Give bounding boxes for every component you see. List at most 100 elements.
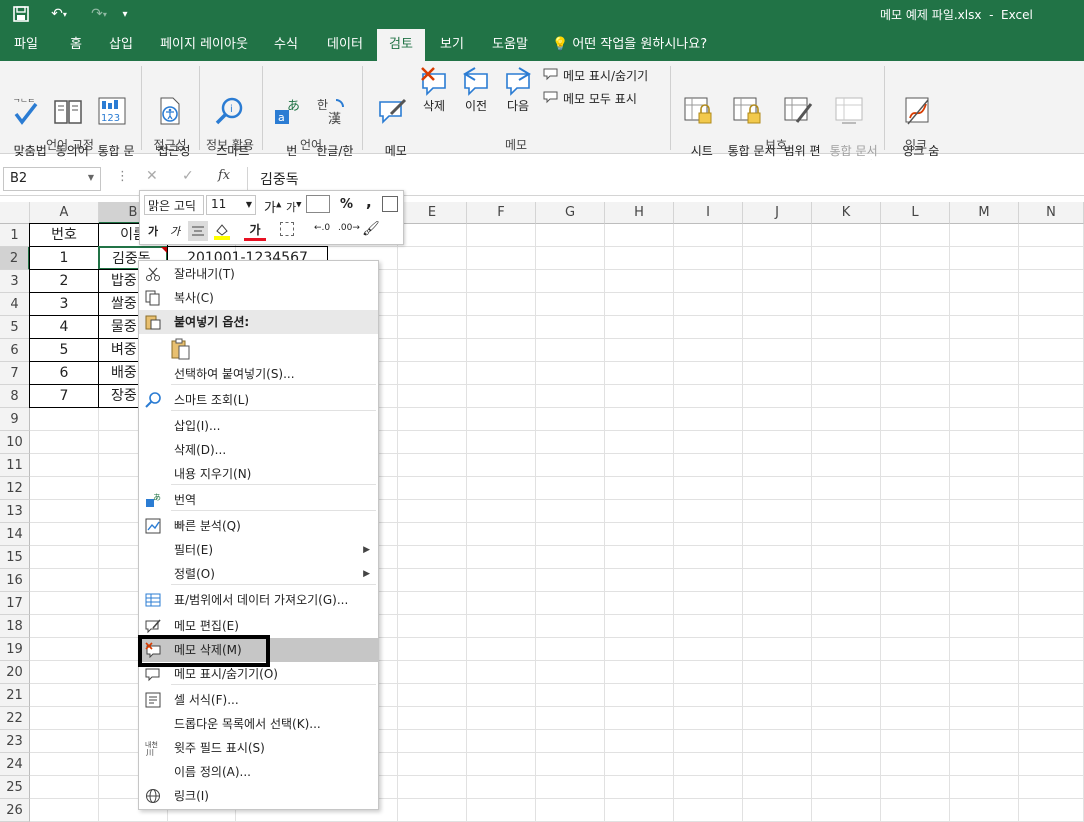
cell-a7[interactable]: 6 [29,361,99,385]
row-header-3[interactable]: 3 [0,270,30,293]
fill-color-icon[interactable] [212,221,232,241]
row-header-22[interactable]: 22 [0,707,30,730]
tab-view[interactable]: 보기 [430,29,474,61]
align-center-icon[interactable] [188,221,208,241]
spelling-button[interactable]: ᄀᄂᄃ 맞춤법 검사 [6,66,47,174]
menu-item-20[interactable]: 이름 정의(A)... [139,760,378,784]
increase-decimal-icon[interactable]: ←.0 [314,223,330,233]
row-header-26[interactable]: 26 [0,799,30,822]
chevron-down-icon[interactable]: ▼ [88,173,94,182]
row-header-17[interactable]: 17 [0,592,30,615]
row-header-6[interactable]: 6 [0,339,30,362]
undo-icon[interactable]: ↶ ▾ [44,4,74,24]
column-header-k[interactable]: K [812,202,881,224]
tab-insert[interactable]: 삽입 [100,29,142,61]
cell-a6[interactable]: 5 [29,338,99,362]
menu-item-17[interactable]: 셀 서식(F)... [139,688,378,712]
cell-a1[interactable]: 번호 [29,223,99,247]
font-name-select[interactable]: 맑은 고딕 [144,195,204,215]
previous-comment-button[interactable]: 이전 [458,66,494,114]
cell-a4[interactable]: 3 [29,292,99,316]
next-comment-button[interactable]: 다음 [500,66,536,114]
hangul-hanja-button[interactable]: 한漢 한글/한 자 변환 [308,66,354,174]
row-header-8[interactable]: 8 [0,385,30,408]
menu-item-19[interactable]: 내천 川 윗주 필드 표시(S) [139,736,378,760]
row-header-20[interactable]: 20 [0,661,30,684]
column-header-g[interactable]: G [536,202,605,224]
select-all-button[interactable] [0,202,30,224]
protect-sheet-button[interactable]: 시트 보호 [678,66,718,174]
allow-edit-ranges-button[interactable]: 범위 편 집 허용 [776,66,821,174]
name-box[interactable]: B2 ▼ [3,167,101,191]
menu-item-11[interactable]: 필터(E) ▶ [139,538,378,562]
menu-item-5[interactable]: 스마트 조회(L) [139,388,378,412]
accessibility-check-button[interactable]: 접근성 검사 [148,66,192,174]
italic-icon[interactable]: 가 [170,223,180,239]
bold-icon[interactable]: 가 [148,223,158,239]
row-header-24[interactable]: 24 [0,753,30,776]
column-header-j[interactable]: J [743,202,812,224]
currency-format-icon[interactable] [306,195,330,213]
smart-lookup-button[interactable]: i 스마트 조회 [206,66,252,174]
row-header-2[interactable]: 2 [0,247,30,270]
cancel-icon[interactable]: ✕ [146,168,158,184]
row-header-10[interactable]: 10 [0,431,30,454]
row-header-14[interactable]: 14 [0,523,30,546]
borders-icon[interactable] [280,222,294,236]
cell-a8[interactable]: 7 [29,384,99,408]
insert-function-icon[interactable]: fx [218,168,230,183]
row-header-1[interactable]: 1 [0,224,30,247]
menu-item-6[interactable]: 삽입(I)... [139,414,378,438]
tab-help[interactable]: 도움말 [482,29,538,61]
menu-item-4[interactable]: 선택하여 붙여넣기(S)... [139,362,378,386]
menu-item-8[interactable]: 내용 지우기(N) [139,462,378,486]
increase-font-icon[interactable]: 가▲ [264,197,281,216]
column-header-h[interactable]: H [605,202,674,224]
tab-data[interactable]: 데이터 [318,29,372,61]
show-hide-comment-button[interactable]: 메모 표시/숨기기 [543,67,648,84]
font-size-select[interactable]: 11 ▼ [206,195,256,215]
format-painter-icon[interactable]: 🖌 [362,221,380,237]
menu-item-1[interactable]: 복사(C) [139,286,378,310]
cell-a2[interactable]: 1 [29,246,99,270]
menu-item-18[interactable]: 드롭다운 목록에서 선택(K)... [139,712,378,736]
protect-workbook-button[interactable]: 통합 문서 보호 [720,66,776,174]
menu-item-7[interactable]: 삭제(D)... [139,438,378,462]
tell-me-box[interactable]: 💡 어떤 작업을 원하시나요? [552,29,722,61]
delete-comment-button[interactable]: 삭제 [416,66,452,114]
tab-page-layout[interactable]: 페이지 레이아웃 [152,29,256,61]
row-header-23[interactable]: 23 [0,730,30,753]
row-header-15[interactable]: 15 [0,546,30,569]
formula-input[interactable]: 김중독 [247,167,1082,191]
cell-a5[interactable]: 4 [29,315,99,339]
column-header-m[interactable]: M [950,202,1019,224]
row-header-21[interactable]: 21 [0,684,30,707]
tab-home[interactable]: 홈 [58,29,94,61]
redo-icon[interactable]: ↷ ▾ [84,4,114,24]
menu-item-0[interactable]: 잘라내기(T) [139,262,378,286]
row-header-11[interactable]: 11 [0,454,30,477]
column-header-f[interactable]: F [467,202,536,224]
percent-style-icon[interactable]: % [340,197,353,212]
format-painter-table-icon[interactable] [382,196,398,212]
tab-formulas[interactable]: 수식 [264,29,308,61]
column-header-l[interactable]: L [881,202,950,224]
enter-icon[interactable]: ✓ [182,168,194,184]
row-header-5[interactable]: 5 [0,316,30,339]
row-header-9[interactable]: 9 [0,408,30,431]
workbook-stats-button[interactable]: 123 통합 문 서 통계 [90,66,135,174]
show-all-comments-button[interactable]: 메모 모두 표시 [543,90,637,107]
menu-item-10[interactable]: 빠른 분석(Q) [139,514,378,538]
hide-ink-button[interactable]: 잉크 숨 기기 [892,66,942,174]
cell-a3[interactable]: 2 [29,269,99,293]
menu-item-13[interactable]: 표/범위에서 데이터 가져오기(G)... [139,588,378,612]
column-header-e[interactable]: E [398,202,467,224]
row-header-18[interactable]: 18 [0,615,30,638]
column-header-n[interactable]: N [1019,202,1084,224]
save-icon[interactable] [10,4,32,24]
row-header-7[interactable]: 7 [0,362,30,385]
translate-button[interactable]: aあ 번 역 [270,66,306,174]
tab-file[interactable]: 파일 [4,29,48,61]
customize-qat-icon[interactable]: ▾ [118,4,132,24]
tab-review[interactable]: 검토 [377,29,425,61]
